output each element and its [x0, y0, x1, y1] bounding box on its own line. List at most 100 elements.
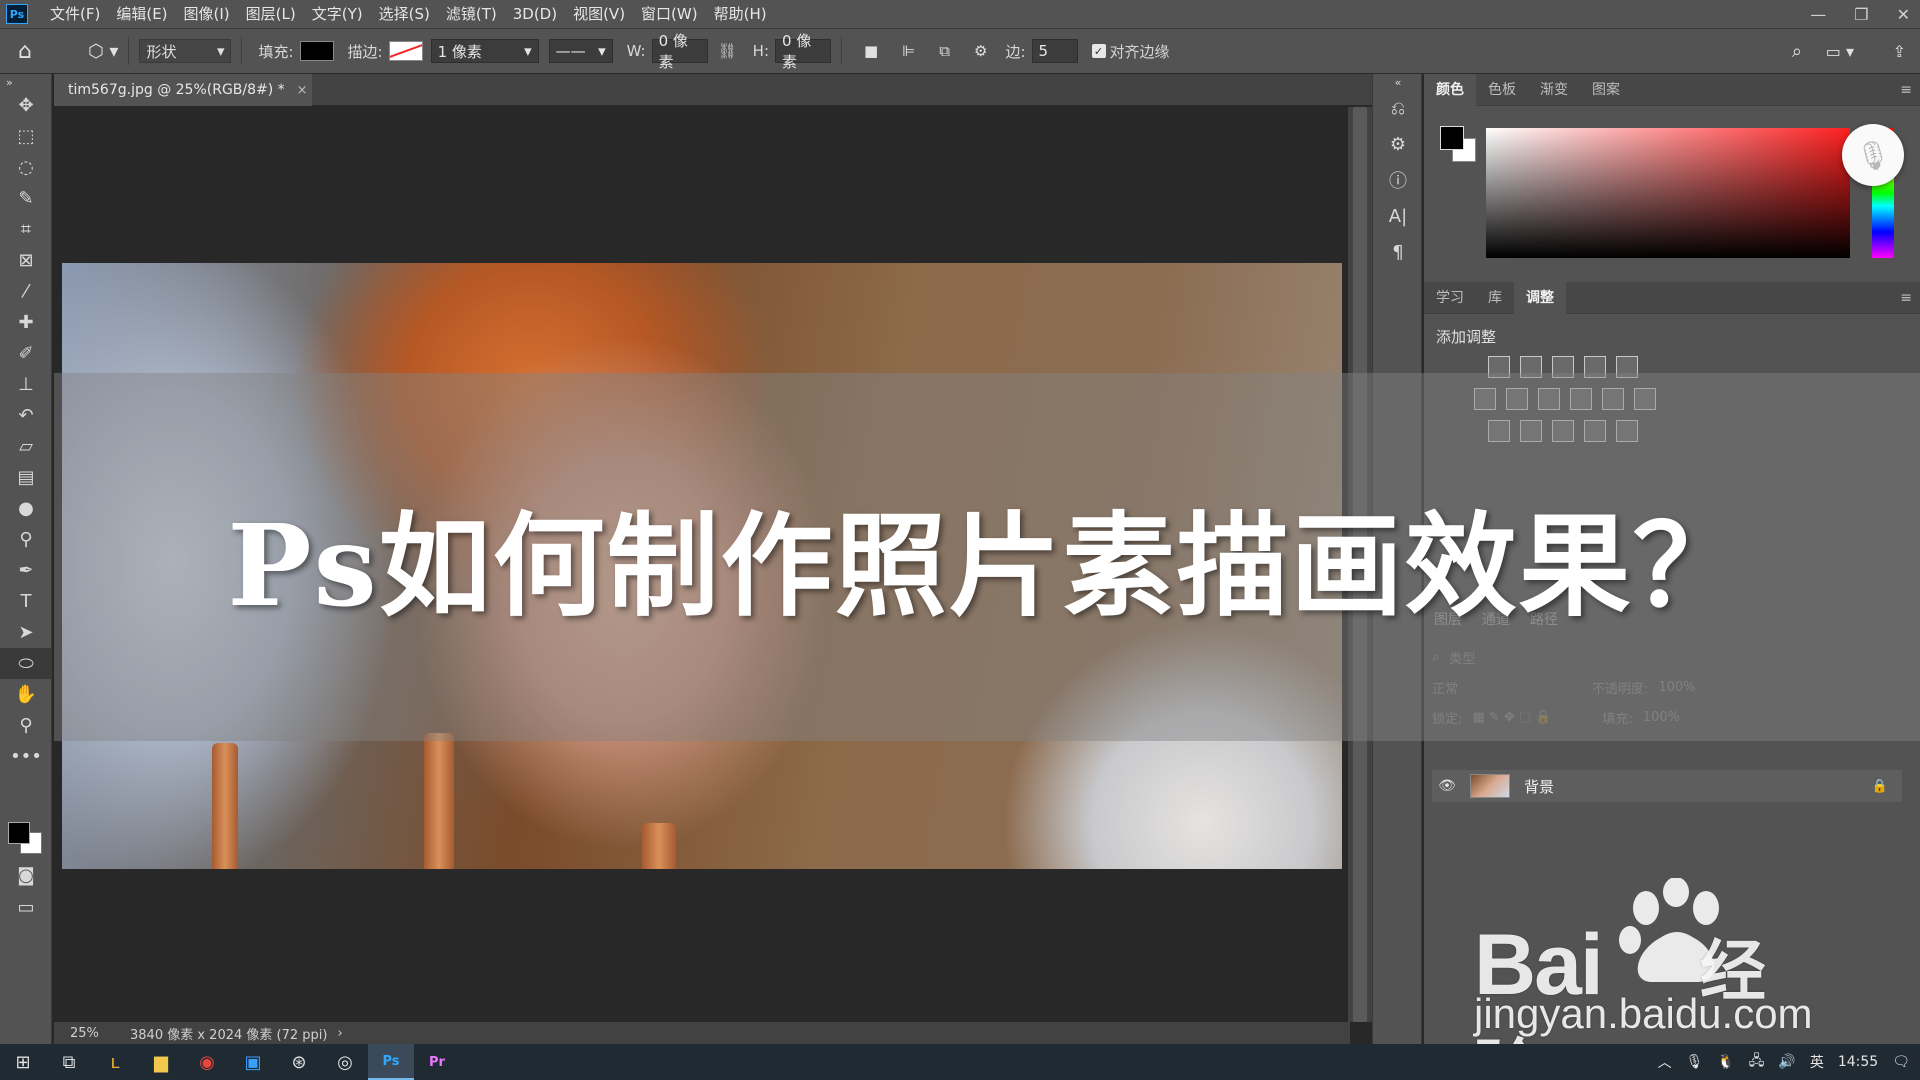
menu-edit[interactable]: 编辑(E)	[108, 0, 175, 28]
crop-tool-icon[interactable]: ⌗	[0, 214, 52, 245]
fill-swatch[interactable]	[299, 41, 334, 61]
close-icon[interactable]: ✕	[1897, 5, 1910, 24]
properties-panel-icon[interactable]: ⚙	[1373, 126, 1423, 162]
sides-field[interactable]: 5	[1031, 39, 1078, 63]
marquee-tool-icon[interactable]: ⬚	[0, 121, 52, 152]
dodge-tool-icon[interactable]: ⚲	[0, 524, 52, 555]
app-lightroom-icon[interactable]: ʟ	[92, 1044, 138, 1080]
tab-learn[interactable]: 学习	[1424, 282, 1476, 314]
path-operations-icon[interactable]: ■	[864, 42, 878, 60]
menu-select[interactable]: 选择(S)	[371, 0, 438, 28]
brush-tool-icon[interactable]: ✐	[0, 338, 52, 369]
menu-type[interactable]: 文字(Y)	[304, 0, 371, 28]
history-panel-icon[interactable]: ⎌	[1373, 90, 1423, 126]
eyedropper-tool-icon[interactable]: ⁄	[0, 276, 52, 307]
clock[interactable]: 14:55	[1838, 1054, 1878, 1070]
volume-icon[interactable]: 🔊	[1778, 1054, 1795, 1070]
path-alignment-icon[interactable]: ⊫	[902, 42, 915, 60]
menu-image[interactable]: 图像(I)	[176, 0, 238, 28]
app-store-icon[interactable]: ▣	[230, 1044, 276, 1080]
foreground-color-swatch[interactable]	[8, 822, 30, 844]
microphone-icon[interactable]: 🎙	[1686, 1054, 1704, 1070]
color-picker-field[interactable]	[1486, 128, 1850, 258]
tab-gradients[interactable]: 渐变	[1528, 74, 1580, 106]
chevron-up-icon[interactable]: ︿	[1658, 1052, 1672, 1072]
path-select-tool-icon[interactable]: ➤	[0, 617, 52, 648]
info-icon[interactable]: ⓘ	[1373, 162, 1423, 198]
stroke-swatch[interactable]	[388, 41, 423, 61]
collapse-arrows-icon[interactable]: «	[1373, 74, 1423, 90]
file-explorer-icon[interactable]: ▆	[138, 1044, 184, 1080]
type-tool-icon[interactable]: T	[0, 586, 52, 617]
path-arrangement-icon[interactable]: ⧉	[939, 42, 950, 60]
foreground-background-swatches[interactable]	[6, 818, 46, 858]
polygon-tool-icon[interactable]: ⬡ ▾	[88, 41, 118, 62]
close-icon[interactable]: ×	[297, 83, 308, 98]
menu-filter[interactable]: 滤镜(T)	[438, 0, 505, 28]
blur-tool-icon[interactable]: ●	[0, 493, 52, 524]
quick-mask-icon[interactable]: ◙	[0, 860, 52, 891]
eraser-tool-icon[interactable]: ▱	[0, 431, 52, 462]
layer-row-background[interactable]: 👁 背景 🔒	[1432, 770, 1902, 802]
menu-help[interactable]: 帮助(H)	[706, 0, 775, 28]
shape-tool-icon[interactable]: ⬭	[0, 648, 52, 679]
gradient-tool-icon[interactable]: ▤	[0, 462, 52, 493]
collapse-arrows-icon[interactable]: »	[0, 74, 52, 90]
height-field[interactable]: 0 像素	[775, 32, 832, 71]
premiere-taskbar-icon[interactable]: Pr	[414, 1044, 460, 1080]
panel-menu-icon[interactable]: ≡	[1900, 290, 1912, 306]
restore-icon[interactable]: ❐	[1854, 5, 1868, 24]
share-icon[interactable]: ⇪	[1893, 42, 1906, 61]
quick-select-tool-icon[interactable]: ✎	[0, 183, 52, 214]
tab-swatches[interactable]: 色板	[1476, 74, 1528, 106]
tab-color[interactable]: 颜色	[1424, 73, 1476, 106]
stroke-style-select[interactable]: —— ▾	[548, 39, 613, 63]
menu-layer[interactable]: 图层(L)	[238, 0, 304, 28]
chrome-icon[interactable]: ◉	[184, 1044, 230, 1080]
character-panel-icon[interactable]: A|	[1373, 198, 1423, 234]
search-icon[interactable]: ⌕	[1792, 41, 1802, 62]
align-edges-checkbox[interactable]: ✓	[1091, 44, 1106, 58]
tab-patterns[interactable]: 图案	[1580, 74, 1632, 106]
app-network-icon[interactable]: ⊛	[276, 1044, 322, 1080]
chevron-right-icon[interactable]: ›	[337, 1026, 342, 1041]
photoshop-taskbar-icon[interactable]: Ps	[368, 1044, 414, 1080]
zoom-level[interactable]: 25%	[54, 1026, 114, 1041]
network-icon[interactable]: 🖧	[1749, 1050, 1765, 1074]
tab-libraries[interactable]: 库	[1476, 282, 1514, 314]
shape-mode-select[interactable]: 形状 ▾	[139, 39, 232, 63]
windows-start-icon[interactable]: ⊞	[0, 1044, 46, 1080]
color-foreground-swatch[interactable]	[1440, 126, 1464, 150]
frame-tool-icon[interactable]: ⊠	[0, 245, 52, 276]
zoom-tool-icon[interactable]: ⚲	[0, 710, 52, 741]
notification-icon[interactable]: 🗨	[1892, 1054, 1910, 1070]
workspace-icon[interactable]: ▭ ▾	[1826, 42, 1854, 61]
stroke-width-field[interactable]: 1 像素 ▾	[430, 39, 539, 63]
pen-tool-icon[interactable]: ✒	[0, 555, 52, 586]
healing-brush-tool-icon[interactable]: ✚	[0, 307, 52, 338]
link-icon[interactable]: ⛓	[718, 42, 737, 60]
lock-icon[interactable]: 🔒	[1872, 779, 1888, 794]
move-tool-icon[interactable]: ✥	[0, 90, 52, 121]
tab-adjustments[interactable]: 调整	[1514, 281, 1566, 314]
width-field[interactable]: 0 像素	[651, 32, 708, 71]
home-icon[interactable]: ⌂	[18, 39, 58, 64]
paragraph-panel-icon[interactable]: ¶	[1373, 234, 1423, 270]
menu-3d[interactable]: 3D(D)	[505, 0, 565, 28]
lasso-tool-icon[interactable]: ◌	[0, 152, 52, 183]
history-brush-tool-icon[interactable]: ↶	[0, 400, 52, 431]
menu-file[interactable]: 文件(F)	[42, 0, 108, 28]
task-view-icon[interactable]: ⧉	[46, 1044, 92, 1080]
qq-icon[interactable]: 🐧	[1717, 1054, 1734, 1070]
app-camera-icon[interactable]: ◎	[322, 1044, 368, 1080]
document-tab[interactable]: tim567g.jpg @ 25%(RGB/8#) * ×	[54, 74, 312, 106]
more-tools-icon[interactable]: •••	[0, 741, 52, 772]
clone-stamp-tool-icon[interactable]: ⊥	[0, 369, 52, 400]
menu-view[interactable]: 视图(V)	[565, 0, 633, 28]
screen-mode-icon[interactable]: ▭	[0, 892, 52, 923]
panel-menu-icon[interactable]: ≡	[1900, 82, 1912, 98]
eye-icon[interactable]: 👁	[1432, 778, 1462, 794]
ime-indicator[interactable]: 英	[1810, 1052, 1824, 1072]
menu-window[interactable]: 窗口(W)	[633, 0, 706, 28]
minimize-icon[interactable]: —	[1810, 5, 1826, 24]
